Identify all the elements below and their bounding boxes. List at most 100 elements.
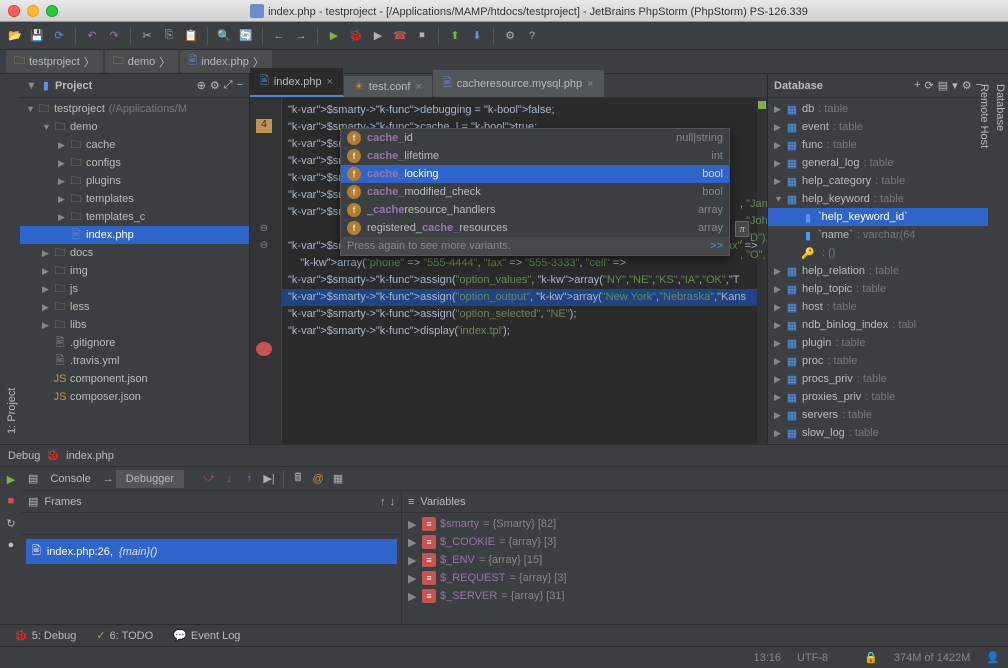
db-row--unnamed-[interactable]: 🔑: ()	[768, 244, 988, 262]
vcs-icon[interactable]: ⬆	[446, 27, 464, 45]
memory-indicator[interactable]: 374M of 1422M	[894, 652, 970, 664]
bottom-tab-debug[interactable]: 🐞5: Debug	[6, 627, 84, 644]
editor-tab-cacheresource-mysql-php[interactable]: 🖹cacheresource.mysql.php×	[433, 70, 605, 97]
db-row-host[interactable]: ▶▦host: table	[768, 298, 988, 316]
variable-row[interactable]: ▶≡$_COOKIE = {array} [3]	[408, 533, 1002, 551]
db-row-slow-log[interactable]: ▶▦slow_log: table	[768, 424, 988, 442]
db-row-help-relation[interactable]: ▶▦help_relation: table	[768, 262, 988, 280]
cursor-position[interactable]: 13:16	[753, 652, 781, 664]
run-to-cursor-icon[interactable]: ▶|	[260, 470, 278, 488]
tree-row-index-php[interactable]: 🖹index.php	[20, 226, 249, 244]
debug-icon[interactable]: 🐞	[347, 27, 365, 45]
window-minimize-button[interactable]	[27, 5, 39, 17]
db-row-servers[interactable]: ▶▦servers: table	[768, 406, 988, 424]
stop-icon[interactable]: ⏹	[413, 27, 431, 45]
close-icon[interactable]: ×	[327, 76, 333, 88]
window-close-button[interactable]	[8, 5, 20, 17]
scroll-from-source-icon[interactable]: ⊕	[197, 79, 206, 92]
db-row-ndb-binlog-index[interactable]: ▶▦ndb_binlog_index: tabl	[768, 316, 988, 334]
replace-icon[interactable]: 🔄	[237, 27, 255, 45]
tab-remote-host[interactable]: Remote Host	[976, 74, 992, 444]
stop-icon[interactable]: ■	[3, 493, 19, 509]
db-row--name-[interactable]: ▮`name`: varchar(64	[768, 226, 988, 244]
tree-row-templates[interactable]: ▶🗀templates	[20, 190, 249, 208]
autocomplete-item-cache_locking[interactable]: fcache_lockingbool	[341, 165, 729, 183]
editor-tab-test-conf[interactable]: ☀test.conf×	[344, 76, 433, 97]
frame-down-icon[interactable]: ↓	[390, 496, 396, 508]
db-row-general-log[interactable]: ▶▦general_log: table	[768, 154, 988, 172]
db-row-help-category[interactable]: ▶▦help_category: table	[768, 172, 988, 190]
find-icon[interactable]: 🔍	[215, 27, 233, 45]
filter-icon[interactable]: ▾	[952, 79, 958, 92]
refresh-icon[interactable]: ⟳	[925, 79, 934, 92]
watch-icon[interactable]: @	[309, 470, 327, 488]
tree-row-cache[interactable]: ▶🗀cache	[20, 136, 249, 154]
window-maximize-button[interactable]	[46, 5, 58, 17]
bottom-tab-eventlog[interactable]: 💬Event Log	[165, 627, 248, 644]
console-tab-icon[interactable]: ▤	[28, 472, 38, 485]
gear-icon[interactable]: ⚙	[962, 79, 972, 92]
view-breakpoints-icon[interactable]: ●	[3, 537, 19, 553]
collapse-icon[interactable]: ▼	[26, 80, 37, 92]
popup-more-link[interactable]: >>	[710, 240, 723, 252]
db-row-tables-priv[interactable]: ▶▦tables_priv: table	[768, 442, 988, 444]
db-row-help-topic[interactable]: ▶▦help_topic: table	[768, 280, 988, 298]
db-row-func[interactable]: ▶▦func: table	[768, 136, 988, 154]
autocomplete-item-_cacheresource_handlers[interactable]: f_cacheresource_handlersarray	[341, 201, 729, 219]
database-tree[interactable]: ▶▦db: table▶▦event: table▶▦func: table▶▦…	[768, 98, 988, 444]
settings-icon[interactable]: ⚙	[501, 27, 519, 45]
autocomplete-popup[interactable]: fcache_idnull|stringfcache_lifetimeintfc…	[340, 128, 730, 256]
autocomplete-item-registered_cache_resources[interactable]: fregistered_cache_resourcesarray	[341, 219, 729, 237]
save-icon[interactable]: 💾	[28, 27, 46, 45]
tab-structure[interactable]: 7: Structure	[0, 74, 4, 444]
run-icon[interactable]: ▶	[325, 27, 343, 45]
paste-icon[interactable]: 📋	[182, 27, 200, 45]
frame-up-icon[interactable]: ↑	[380, 496, 386, 508]
redo-icon[interactable]: ↷	[105, 27, 123, 45]
tree-row-testproject[interactable]: ▼🗀testproject(/Applications/M	[20, 100, 249, 118]
gutter[interactable]: 4 ⊖ ⊖	[250, 98, 282, 444]
sync-icon[interactable]: ⟳	[50, 27, 68, 45]
editor-tab-index-php[interactable]: 🖹index.php×	[250, 68, 344, 97]
frame-row[interactable]: 🖹 index.php:26, {main}()	[26, 539, 397, 564]
close-icon[interactable]: ×	[587, 78, 593, 90]
close-icon[interactable]: ×	[415, 81, 421, 93]
hide-icon[interactable]: −	[237, 79, 243, 92]
tab-project[interactable]: 1: Project	[4, 74, 20, 444]
variable-row[interactable]: ▶≡$_ENV = {array} [15]	[408, 551, 1002, 569]
variable-row[interactable]: ▶≡$_SERVER = {array} [31]	[408, 587, 1002, 605]
gear-icon[interactable]: ⚙	[210, 79, 220, 92]
copy-icon[interactable]: ⎘	[160, 27, 178, 45]
db-row-proc[interactable]: ▶▦proc: table	[768, 352, 988, 370]
tree-row-docs[interactable]: ▶🗀docs	[20, 244, 249, 262]
tree-row-less[interactable]: ▶🗀less	[20, 298, 249, 316]
db-row-proxies-priv[interactable]: ▶▦proxies_priv: table	[768, 388, 988, 406]
hector-icon[interactable]: 👤	[986, 651, 1000, 664]
step-into-icon[interactable]: ↓	[220, 470, 238, 488]
tree-row-composer-json[interactable]: JScomposer.json	[20, 388, 249, 406]
lock-icon[interactable]: 🔒	[864, 651, 878, 664]
tree-row-configs[interactable]: ▶🗀configs	[20, 154, 249, 172]
console-icon[interactable]: ▤	[938, 79, 948, 92]
open-icon[interactable]: 📂	[6, 27, 24, 45]
tree-row-templates-c[interactable]: ▶🗀templates_c	[20, 208, 249, 226]
variable-row[interactable]: ▶≡$smarty = {Smarty} [82]	[408, 515, 1002, 533]
step-over-icon[interactable]: ⤻	[200, 470, 218, 488]
encoding[interactable]: UTF-8	[797, 652, 828, 664]
tree-row-img[interactable]: ▶🗀img	[20, 262, 249, 280]
vcs-update-icon[interactable]: ⬇	[468, 27, 486, 45]
rerun-icon[interactable]: ↻	[3, 515, 19, 531]
db-row-procs-priv[interactable]: ▶▦procs_priv: table	[768, 370, 988, 388]
variable-row[interactable]: ▶≡$_REQUEST = {array} [3]	[408, 569, 1002, 587]
tree-row--travis-yml[interactable]: 🖹.travis.yml	[20, 352, 249, 370]
layout-icon[interactable]: ▦	[329, 470, 347, 488]
db-row--help-keyword-id-[interactable]: ▮`help_keyword_id`	[768, 208, 988, 226]
evaluate-icon[interactable]: 🖩	[289, 470, 307, 488]
resume-icon[interactable]: ▶	[3, 471, 19, 487]
crumb-testproject[interactable]: 🗀testproject〉	[6, 50, 103, 73]
tab-debugger[interactable]: Debugger	[116, 470, 184, 488]
listen-icon[interactable]: ☎	[391, 27, 409, 45]
db-row-plugin[interactable]: ▶▦plugin: table	[768, 334, 988, 352]
step-out-icon[interactable]: ↑	[240, 470, 258, 488]
tree-row-component-json[interactable]: JScomponent.json	[20, 370, 249, 388]
